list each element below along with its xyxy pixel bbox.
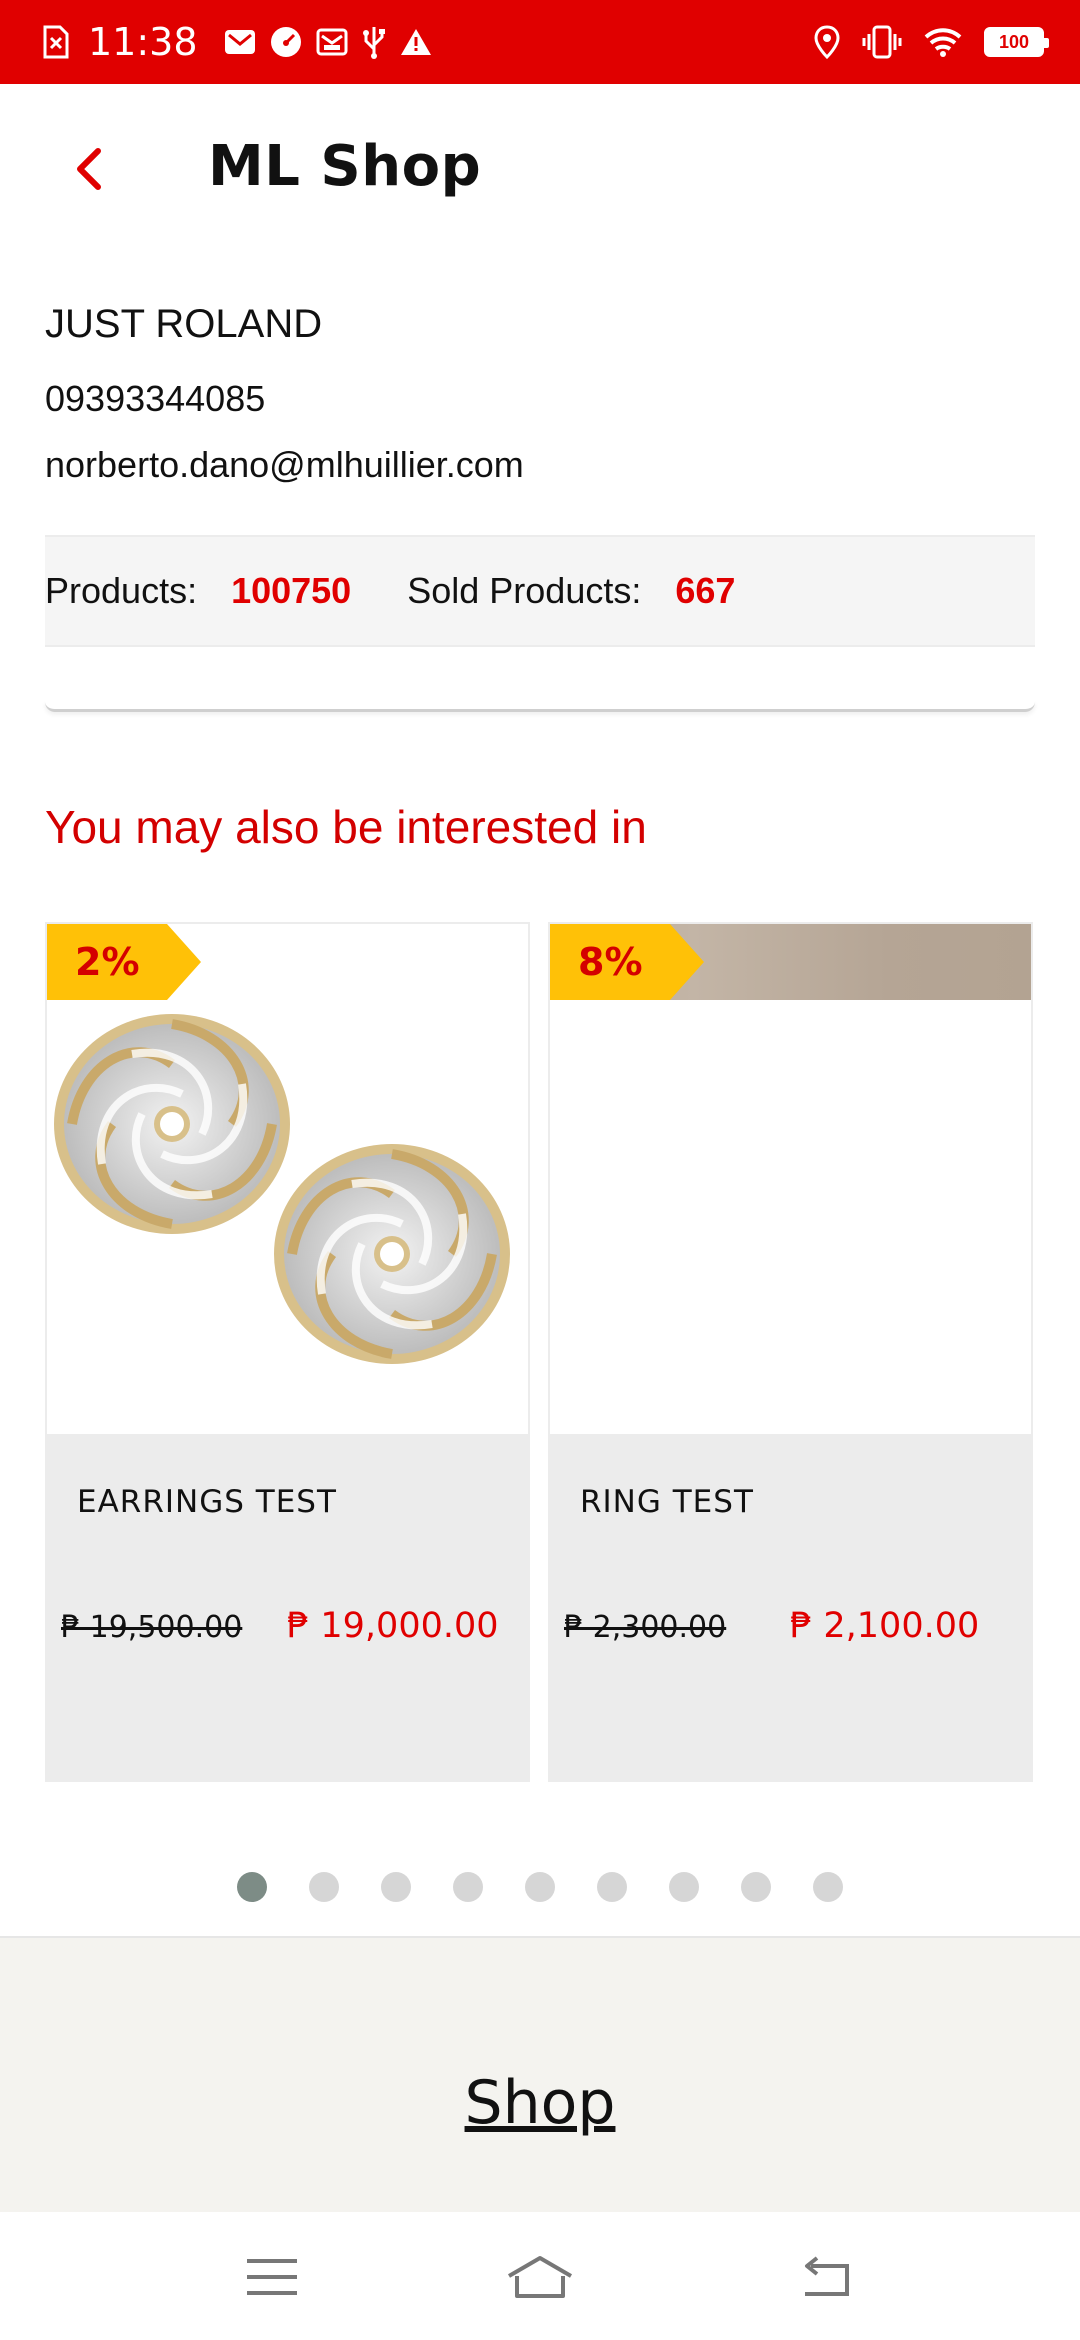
product-info: EARRINGS TEST ₱ 19,500.00 ₱ 19,000.00 (47, 1434, 528, 1780)
discount-badge: 8% (550, 924, 704, 1000)
pagination-dot-6[interactable] (597, 1872, 627, 1902)
status-time: 11:38 (88, 20, 198, 64)
pagination-dot-9[interactable] (813, 1872, 843, 1902)
back-nav-button[interactable] (784, 2242, 864, 2312)
product-card[interactable]: 8% RING TEST ₱ 2,300.00 ₱ 2,100.00 (548, 922, 1033, 1782)
battery-icon: 100 (984, 27, 1049, 57)
menu-icon (247, 2259, 297, 2295)
status-bar: 11:38 100 (0, 0, 1080, 84)
product-name: RING TEST (580, 1484, 754, 1520)
wifi-icon (924, 26, 962, 58)
discount-badge: 2% (47, 924, 201, 1000)
warning-icon (400, 27, 432, 57)
mail-icon (316, 26, 348, 58)
pagination-dot-7[interactable] (669, 1872, 699, 1902)
shop-stats: Products: 100750 Sold Products: 667 (45, 535, 1035, 647)
original-price: ₱ 2,300.00 (564, 1610, 727, 1645)
usb-icon (362, 25, 386, 59)
chevron-left-icon (77, 148, 101, 190)
home-icon (507, 2256, 573, 2298)
earrings-image (47, 924, 528, 1434)
location-icon (814, 25, 840, 59)
app-header: ML Shop (0, 84, 1080, 254)
back-icon (805, 2256, 849, 2296)
product-card[interactable]: 2% EARRINGS TEST ₱ 19,500.00 ₱ 19,000.00 (45, 922, 530, 1782)
sold-products-label: Sold Products: (407, 570, 642, 611)
pagination-dot-3[interactable] (381, 1872, 411, 1902)
pagination-dot-5[interactable] (525, 1872, 555, 1902)
divider (45, 700, 1035, 712)
products-count: 100750 (231, 570, 352, 611)
shop-link[interactable]: Shop (0, 2068, 1080, 2138)
menu-button[interactable] (232, 2242, 312, 2312)
pagination-dot-4[interactable] (453, 1872, 483, 1902)
shop-email: norberto.dano@mlhuillier.com (45, 444, 524, 485)
page-title: ML Shop (208, 134, 482, 199)
status-bar-left: 11:38 (42, 0, 432, 84)
back-button[interactable] (56, 136, 122, 202)
ring-image (550, 924, 1031, 1434)
pagination-dot-1[interactable] (237, 1872, 267, 1902)
original-price: ₱ 19,500.00 (61, 1610, 243, 1645)
sim-error-icon (42, 24, 70, 60)
status-bar-right: 100 (814, 0, 1049, 84)
pagination-dot-8[interactable] (741, 1872, 771, 1902)
carousel-pagination (0, 1872, 1080, 1904)
speedometer-icon (270, 26, 302, 58)
system-nav-bar (0, 2212, 1080, 2340)
pagination-dot-2[interactable] (309, 1872, 339, 1902)
product-info: RING TEST ₱ 2,300.00 ₱ 2,100.00 (550, 1434, 1031, 1780)
product-name: EARRINGS TEST (77, 1484, 337, 1520)
vibrate-icon (862, 25, 902, 59)
home-button[interactable] (500, 2242, 580, 2312)
sold-products-count: 667 (675, 570, 736, 611)
shop-phone: 09393344085 (45, 378, 266, 419)
sale-price: ₱ 2,100.00 (790, 1606, 980, 1646)
shop-name: JUST ROLAND (45, 302, 323, 346)
gmail-icon (224, 26, 256, 58)
sale-price: ₱ 19,000.00 (287, 1606, 499, 1646)
products-label: Products: (45, 570, 198, 611)
recommendations-title: You may also be interested in (45, 801, 647, 853)
footer: Shop (0, 1936, 1080, 2212)
